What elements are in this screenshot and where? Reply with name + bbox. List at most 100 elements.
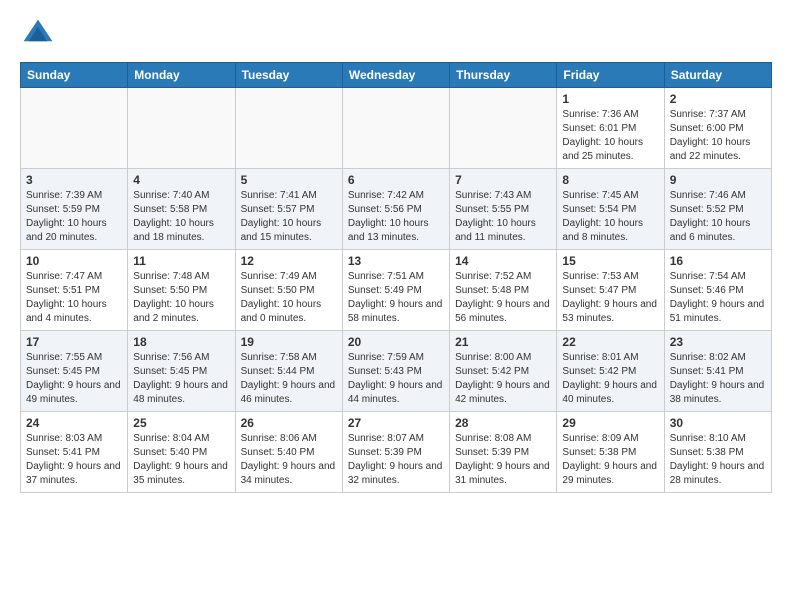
calendar-cell: 22 Sunrise: 8:01 AM Sunset: 5:42 PM Dayli… xyxy=(557,331,664,412)
weekday-header: Monday xyxy=(128,63,235,88)
calendar-cell: 4 Sunrise: 7:40 AM Sunset: 5:58 PM Daylig… xyxy=(128,169,235,250)
calendar-cell: 2Sunrise: 7:37 AM Sunset: 6:00 PM Daylig… xyxy=(664,88,771,169)
day-number: 13 xyxy=(348,254,444,268)
calendar-week: 17 Sunrise: 7:55 AM Sunset: 5:45 PM Dayli… xyxy=(21,331,772,412)
weekday-header: Sunday xyxy=(21,63,128,88)
calendar-cell: 1Sunrise: 7:36 AM Sunset: 6:01 PM Daylig… xyxy=(557,88,664,169)
day-info: Sunrise: 7:51 AM Sunset: 5:49 PM Dayligh… xyxy=(348,270,444,326)
day-number: 7 xyxy=(455,173,551,187)
day-number: 22 xyxy=(562,335,658,349)
calendar-cell xyxy=(342,88,449,169)
day-number: 26 xyxy=(241,416,337,430)
calendar-cell: 25 Sunrise: 8:04 AM Sunset: 5:40 PM Dayli… xyxy=(128,412,235,493)
day-info: Sunrise: 7:43 AM Sunset: 5:55 PM Dayligh… xyxy=(455,189,551,245)
calendar-cell xyxy=(235,88,342,169)
day-info: Sunrise: 7:55 AM Sunset: 5:45 PM Dayligh… xyxy=(26,351,122,407)
day-info: Sunrise: 8:03 AM Sunset: 5:41 PM Dayligh… xyxy=(26,432,122,488)
day-number: 10 xyxy=(26,254,122,268)
weekday-header: Saturday xyxy=(664,63,771,88)
day-number: 4 xyxy=(133,173,229,187)
calendar-week: 24 Sunrise: 8:03 AM Sunset: 5:41 PM Dayli… xyxy=(21,412,772,493)
calendar-cell: 14 Sunrise: 7:52 AM Sunset: 5:48 PM Dayli… xyxy=(450,250,557,331)
calendar-cell xyxy=(21,88,128,169)
day-info: Sunrise: 7:47 AM Sunset: 5:51 PM Dayligh… xyxy=(26,270,122,326)
weekday-header: Wednesday xyxy=(342,63,449,88)
calendar-cell: 18 Sunrise: 7:56 AM Sunset: 5:45 PM Dayli… xyxy=(128,331,235,412)
calendar-cell: 6Sunrise: 7:42 AM Sunset: 5:56 PM Daylig… xyxy=(342,169,449,250)
day-info: Sunrise: 7:41 AM Sunset: 5:57 PM Dayligh… xyxy=(241,189,337,245)
day-number: 21 xyxy=(455,335,551,349)
calendar-week: 3 Sunrise: 7:39 AM Sunset: 5:59 PM Daylig… xyxy=(21,169,772,250)
day-info: Sunrise: 7:53 AM Sunset: 5:47 PM Dayligh… xyxy=(562,270,658,326)
day-number: 27 xyxy=(348,416,444,430)
day-info: Sunrise: 7:52 AM Sunset: 5:48 PM Dayligh… xyxy=(455,270,551,326)
day-number: 20 xyxy=(348,335,444,349)
calendar-cell: 7 Sunrise: 7:43 AM Sunset: 5:55 PM Daylig… xyxy=(450,169,557,250)
calendar-cell: 29 Sunrise: 8:09 AM Sunset: 5:38 PM Dayli… xyxy=(557,412,664,493)
calendar-cell: 28Sunrise: 8:08 AM Sunset: 5:39 PM Dayli… xyxy=(450,412,557,493)
day-number: 12 xyxy=(241,254,337,268)
calendar: SundayMondayTuesdayWednesdayThursdayFrid… xyxy=(20,62,772,493)
day-info: Sunrise: 8:07 AM Sunset: 5:39 PM Dayligh… xyxy=(348,432,444,488)
day-number: 17 xyxy=(26,335,122,349)
calendar-cell: 21 Sunrise: 8:00 AM Sunset: 5:42 PM Dayli… xyxy=(450,331,557,412)
weekday-header: Thursday xyxy=(450,63,557,88)
calendar-cell: 3 Sunrise: 7:39 AM Sunset: 5:59 PM Daylig… xyxy=(21,169,128,250)
calendar-cell: 19Sunrise: 7:58 AM Sunset: 5:44 PM Dayli… xyxy=(235,331,342,412)
day-number: 5 xyxy=(241,173,337,187)
calendar-cell: 12 Sunrise: 7:49 AM Sunset: 5:50 PM Dayli… xyxy=(235,250,342,331)
calendar-cell: 16Sunrise: 7:54 AM Sunset: 5:46 PM Dayli… xyxy=(664,250,771,331)
calendar-cell: 27 Sunrise: 8:07 AM Sunset: 5:39 PM Dayli… xyxy=(342,412,449,493)
day-info: Sunrise: 8:06 AM Sunset: 5:40 PM Dayligh… xyxy=(241,432,337,488)
day-info: Sunrise: 8:09 AM Sunset: 5:38 PM Dayligh… xyxy=(562,432,658,488)
weekday-row: SundayMondayTuesdayWednesdayThursdayFrid… xyxy=(21,63,772,88)
day-number: 18 xyxy=(133,335,229,349)
day-info: Sunrise: 7:45 AM Sunset: 5:54 PM Dayligh… xyxy=(562,189,658,245)
day-number: 9 xyxy=(670,173,766,187)
day-info: Sunrise: 8:04 AM Sunset: 5:40 PM Dayligh… xyxy=(133,432,229,488)
calendar-cell: 15 Sunrise: 7:53 AM Sunset: 5:47 PM Dayli… xyxy=(557,250,664,331)
calendar-cell: 24 Sunrise: 8:03 AM Sunset: 5:41 PM Dayli… xyxy=(21,412,128,493)
calendar-cell xyxy=(450,88,557,169)
day-info: Sunrise: 8:01 AM Sunset: 5:42 PM Dayligh… xyxy=(562,351,658,407)
day-info: Sunrise: 7:46 AM Sunset: 5:52 PM Dayligh… xyxy=(670,189,766,245)
day-info: Sunrise: 8:00 AM Sunset: 5:42 PM Dayligh… xyxy=(455,351,551,407)
day-number: 29 xyxy=(562,416,658,430)
calendar-cell: 11 Sunrise: 7:48 AM Sunset: 5:50 PM Dayli… xyxy=(128,250,235,331)
day-number: 1 xyxy=(562,92,658,106)
logo xyxy=(20,16,60,52)
calendar-cell: 30Sunrise: 8:10 AM Sunset: 5:38 PM Dayli… xyxy=(664,412,771,493)
weekday-header: Friday xyxy=(557,63,664,88)
calendar-cell: 8 Sunrise: 7:45 AM Sunset: 5:54 PM Daylig… xyxy=(557,169,664,250)
day-info: Sunrise: 7:39 AM Sunset: 5:59 PM Dayligh… xyxy=(26,189,122,245)
header xyxy=(20,16,772,52)
day-info: Sunrise: 7:42 AM Sunset: 5:56 PM Dayligh… xyxy=(348,189,444,245)
day-info: Sunrise: 7:56 AM Sunset: 5:45 PM Dayligh… xyxy=(133,351,229,407)
calendar-cell: 17 Sunrise: 7:55 AM Sunset: 5:45 PM Dayli… xyxy=(21,331,128,412)
weekday-header: Tuesday xyxy=(235,63,342,88)
day-info: Sunrise: 7:48 AM Sunset: 5:50 PM Dayligh… xyxy=(133,270,229,326)
day-info: Sunrise: 7:59 AM Sunset: 5:43 PM Dayligh… xyxy=(348,351,444,407)
day-number: 8 xyxy=(562,173,658,187)
calendar-cell: 9 Sunrise: 7:46 AM Sunset: 5:52 PM Daylig… xyxy=(664,169,771,250)
calendar-week: 1Sunrise: 7:36 AM Sunset: 6:01 PM Daylig… xyxy=(21,88,772,169)
logo-icon xyxy=(20,16,56,52)
day-number: 3 xyxy=(26,173,122,187)
calendar-week: 10 Sunrise: 7:47 AM Sunset: 5:51 PM Dayli… xyxy=(21,250,772,331)
day-info: Sunrise: 7:40 AM Sunset: 5:58 PM Dayligh… xyxy=(133,189,229,245)
day-number: 15 xyxy=(562,254,658,268)
calendar-body: 1Sunrise: 7:36 AM Sunset: 6:01 PM Daylig… xyxy=(21,88,772,493)
day-number: 24 xyxy=(26,416,122,430)
calendar-cell: 23Sunrise: 8:02 AM Sunset: 5:41 PM Dayli… xyxy=(664,331,771,412)
day-number: 25 xyxy=(133,416,229,430)
day-number: 16 xyxy=(670,254,766,268)
day-number: 19 xyxy=(241,335,337,349)
day-number: 2 xyxy=(670,92,766,106)
day-number: 28 xyxy=(455,416,551,430)
calendar-cell xyxy=(128,88,235,169)
day-number: 14 xyxy=(455,254,551,268)
day-info: Sunrise: 7:49 AM Sunset: 5:50 PM Dayligh… xyxy=(241,270,337,326)
day-number: 11 xyxy=(133,254,229,268)
page: SundayMondayTuesdayWednesdayThursdayFrid… xyxy=(0,0,792,509)
day-number: 30 xyxy=(670,416,766,430)
